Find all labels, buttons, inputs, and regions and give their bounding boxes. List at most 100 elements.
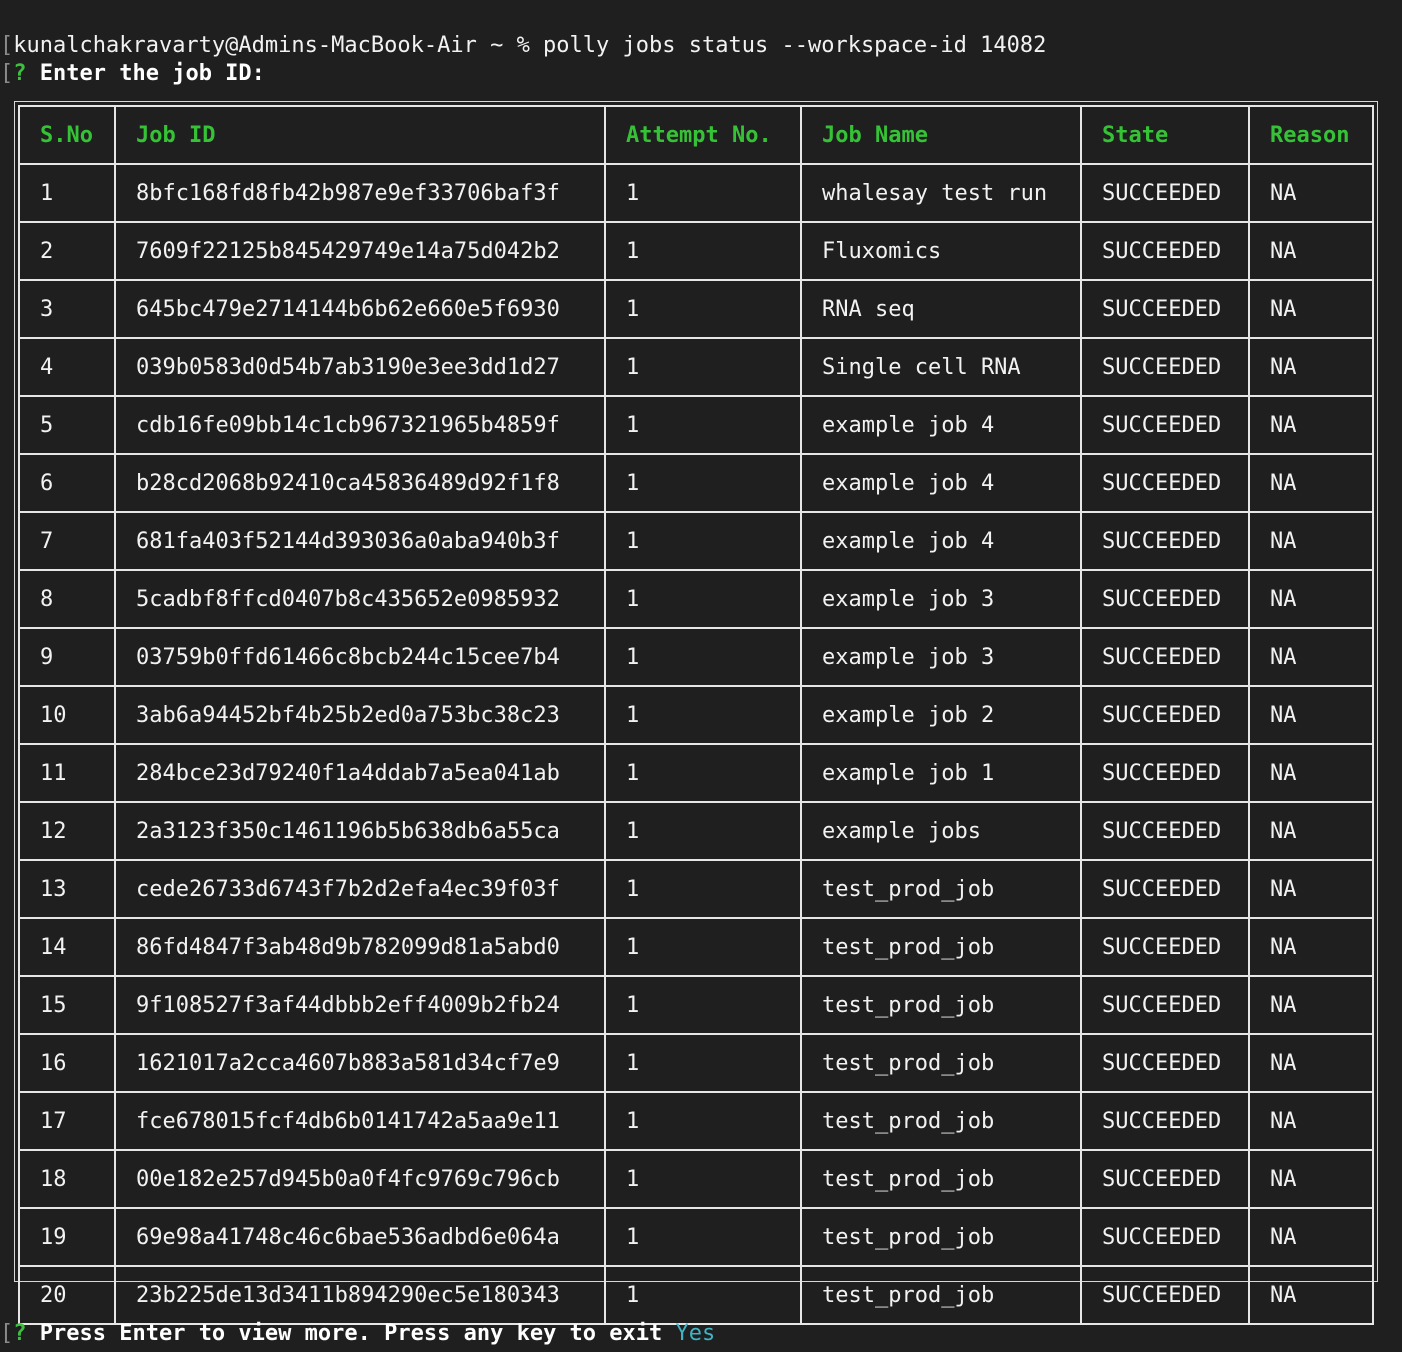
cell-reason: NA: [1248, 1207, 1374, 1267]
cell-state: SUCCEEDED: [1080, 801, 1250, 861]
cell-state: SUCCEEDED: [1080, 279, 1250, 339]
cell-state: SUCCEEDED: [1080, 1207, 1250, 1267]
table-row[interactable]: 20 23b225de13d3411b894290ec5e180343 1 test_…: [18, 1265, 1374, 1325]
cell-attempt-no: 1: [604, 511, 802, 571]
cell-job-id: 69e98a41748c46c6bae536adbd6e064a: [114, 1207, 606, 1267]
table-row[interactable]: 6 b28cd2068b92410ca45836489d92f1f8 1 exampl…: [18, 453, 1374, 513]
cell-reason: NA: [1248, 511, 1374, 571]
cell-reason: NA: [1248, 569, 1374, 629]
cell-attempt-no: 1: [604, 163, 802, 223]
cell-reason: NA: [1248, 743, 1374, 803]
cell-job-name: example jobs: [800, 801, 1082, 861]
cell-state: SUCCEEDED: [1080, 1091, 1250, 1151]
cell-attempt-no: 1: [604, 627, 802, 687]
view-more-prompt[interactable]: [? Press Enter to view more. Press any k…: [0, 1320, 715, 1348]
cell-sno: 16: [18, 1033, 116, 1093]
cell-state: SUCCEEDED: [1080, 1265, 1250, 1325]
cell-sno: 2: [18, 221, 116, 281]
cell-job-name: test_prod_job: [800, 859, 1082, 919]
cell-sno: 19: [18, 1207, 116, 1267]
cell-job-name: example job 2: [800, 685, 1082, 745]
cell-attempt-no: 1: [604, 859, 802, 919]
cell-reason: NA: [1248, 685, 1374, 745]
cell-state: SUCCEEDED: [1080, 453, 1250, 513]
cell-state: SUCCEEDED: [1080, 221, 1250, 281]
cell-job-id: 00e182e257d945b0a0f4fc9769c796cb: [114, 1149, 606, 1209]
cell-job-id: 681fa403f52144d393036a0aba940b3f: [114, 511, 606, 571]
cell-job-name: test_prod_job: [800, 1149, 1082, 1209]
cell-job-name: test_prod_job: [800, 1091, 1082, 1151]
header-state: State: [1080, 105, 1250, 165]
cell-sno: 9: [18, 627, 116, 687]
table-row[interactable]: 11 284bce23d79240f1a4ddab7a5ea041ab 1 examp…: [18, 743, 1374, 803]
line-bracket: [: [0, 33, 14, 58]
table-row[interactable]: 13 cede26733d6743f7b2d2efa4ec39f03f 1 test_…: [18, 859, 1374, 919]
cell-job-id: 2a3123f350c1461196b5b638db6a55ca: [114, 801, 606, 861]
table-row[interactable]: 9 03759b0ffd61466c8bcb244c15cee7b4 1 exampl…: [18, 627, 1374, 687]
table-row[interactable]: 16 1621017a2cca4607b883a581d34cf7e9 1 test_…: [18, 1033, 1374, 1093]
cell-job-name: example job 4: [800, 395, 1082, 455]
cell-reason: NA: [1248, 337, 1374, 397]
cell-job-id: 039b0583d0d54b7ab3190e3ee3dd1d27: [114, 337, 606, 397]
cell-job-name: example job 3: [800, 627, 1082, 687]
table-row[interactable]: 1 8bfc168fd8fb42b987e9ef33706baf3f 1 whales…: [18, 163, 1374, 223]
cell-job-name: Single cell RNA: [800, 337, 1082, 397]
cell-sno: 14: [18, 917, 116, 977]
cell-sno: 17: [18, 1091, 116, 1151]
table-body: 1 8bfc168fd8fb42b987e9ef33706baf3f 1 whales…: [18, 163, 1374, 1325]
job-id-prompt[interactable]: [? Enter the job ID:: [0, 60, 265, 88]
table-row[interactable]: 14 86fd4847f3ab48d9b782099d81a5abd0 1 test_…: [18, 917, 1374, 977]
header-attempt-no: Attempt No.: [604, 105, 802, 165]
cell-sno: 18: [18, 1149, 116, 1209]
table-row[interactable]: 17 fce678015fcf4db6b0141742a5aa9e11 1 test_…: [18, 1091, 1374, 1151]
cell-job-id: 1621017a2cca4607b883a581d34cf7e9: [114, 1033, 606, 1093]
cell-sno: 7: [18, 511, 116, 571]
cell-sno: 1: [18, 163, 116, 223]
table-row[interactable]: 12 2a3123f350c1461196b5b638db6a55ca 1 examp…: [18, 801, 1374, 861]
cell-reason: NA: [1248, 395, 1374, 455]
cell-attempt-no: 1: [604, 337, 802, 397]
cell-job-name: example job 4: [800, 453, 1082, 513]
cell-sno: 12: [18, 801, 116, 861]
cell-reason: NA: [1248, 221, 1374, 281]
cell-reason: NA: [1248, 279, 1374, 339]
cell-attempt-no: 1: [604, 1265, 802, 1325]
cell-job-name: whalesay test run: [800, 163, 1082, 223]
cell-attempt-no: 1: [604, 975, 802, 1035]
cell-state: SUCCEEDED: [1080, 859, 1250, 919]
table-header-row: S.No Job ID Attempt No. Job Name State R…: [18, 105, 1374, 165]
cell-job-name: example job 4: [800, 511, 1082, 571]
cell-sno: 4: [18, 337, 116, 397]
cell-reason: NA: [1248, 163, 1374, 223]
table-row[interactable]: 5 cdb16fe09bb14c1cb967321965b4859f 1 exampl…: [18, 395, 1374, 455]
cell-state: SUCCEEDED: [1080, 1149, 1250, 1209]
command-text: kunalchakravarty@Admins-MacBook-Air ~ % …: [13, 33, 1047, 58]
line-bracket: [: [0, 61, 14, 86]
cell-attempt-no: 1: [604, 685, 802, 745]
cell-reason: NA: [1248, 1149, 1374, 1209]
table-row[interactable]: 4 039b0583d0d54b7ab3190e3ee3dd1d27 1 Single…: [18, 337, 1374, 397]
cell-job-id: 284bce23d79240f1a4ddab7a5ea041ab: [114, 743, 606, 803]
cell-job-id: b28cd2068b92410ca45836489d92f1f8: [114, 453, 606, 513]
table-row[interactable]: 7 681fa403f52144d393036a0aba940b3f 1 exampl…: [18, 511, 1374, 571]
cell-state: SUCCEEDED: [1080, 337, 1250, 397]
table-row[interactable]: 10 3ab6a94452bf4b25b2ed0a753bc38c23 1 examp…: [18, 685, 1374, 745]
cell-reason: NA: [1248, 917, 1374, 977]
cell-sno: 20: [18, 1265, 116, 1325]
table-row[interactable]: 19 69e98a41748c46c6bae536adbd6e064a 1 test_…: [18, 1207, 1374, 1267]
cell-job-id: 645bc479e2714144b6b62e660e5f6930: [114, 279, 606, 339]
cell-state: SUCCEEDED: [1080, 743, 1250, 803]
table-row[interactable]: 3 645bc479e2714144b6b62e660e5f6930 1 RNA se…: [18, 279, 1374, 339]
table-row[interactable]: 2 7609f22125b845429749e14a75d042b2 1 Fluxom…: [18, 221, 1374, 281]
table-row[interactable]: 18 00e182e257d945b0a0f4fc9769c796cb 1 test_…: [18, 1149, 1374, 1209]
table-row[interactable]: 8 5cadbf8ffcd0407b8c435652e0985932 1 exampl…: [18, 569, 1374, 629]
cell-job-id: 23b225de13d3411b894290ec5e180343: [114, 1265, 606, 1325]
cell-reason: NA: [1248, 1091, 1374, 1151]
cell-job-name: example job 3: [800, 569, 1082, 629]
table-row[interactable]: 15 9f108527f3af44dbbb2eff4009b2fb24 1 test_…: [18, 975, 1374, 1035]
cell-attempt-no: 1: [604, 395, 802, 455]
cell-job-name: test_prod_job: [800, 975, 1082, 1035]
cell-attempt-no: 1: [604, 1091, 802, 1151]
cell-job-id: 8bfc168fd8fb42b987e9ef33706baf3f: [114, 163, 606, 223]
cell-attempt-no: 1: [604, 743, 802, 803]
